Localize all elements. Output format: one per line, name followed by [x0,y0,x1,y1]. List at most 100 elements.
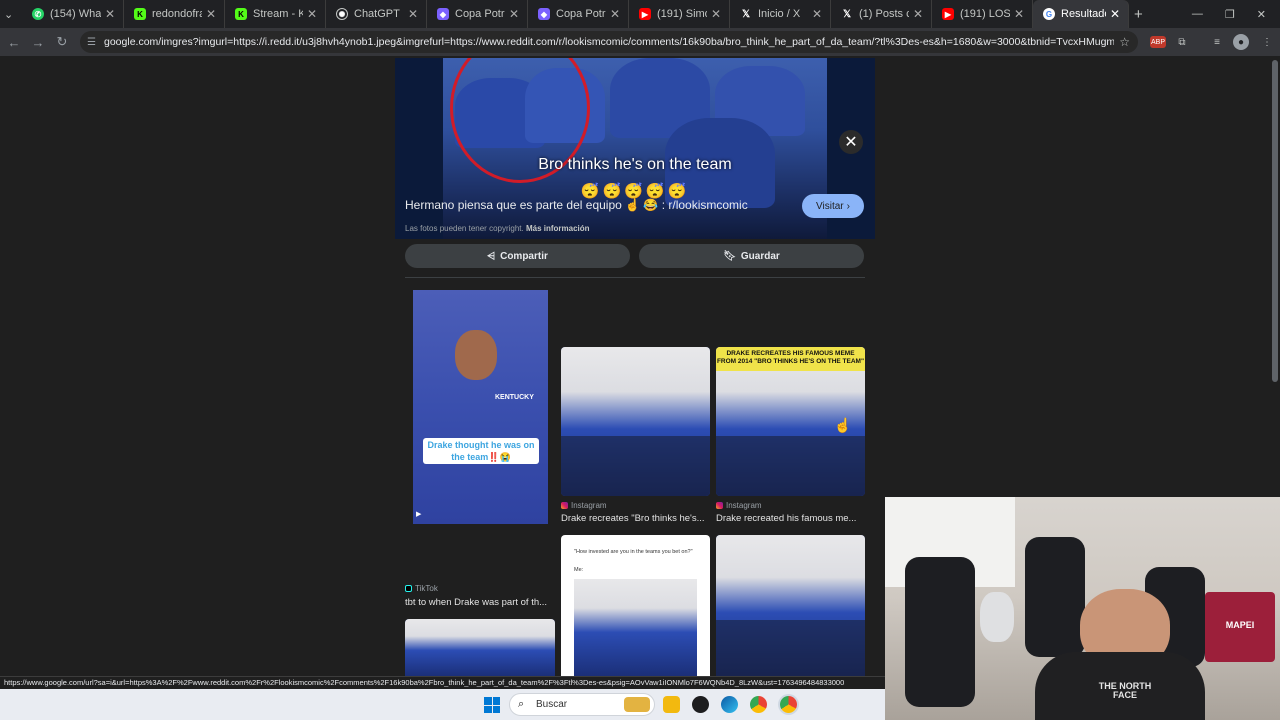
tab-youtube-1[interactable]: ▶(191) Simon Ap✕ [629,0,730,28]
steam-icon[interactable] [692,696,709,713]
gaming-chair [905,557,975,707]
close-icon[interactable]: ✕ [812,7,822,21]
copyright-notice: Las fotos pueden tener copyright. Más in… [405,224,590,233]
close-icon[interactable]: ✕ [509,7,519,21]
source-label: Instagram [571,501,607,510]
result-thumbnail-instagram-2[interactable]: DRAKE RECREATES HIS FAMOUS MEME FROM 201… [716,347,865,496]
google-icon: G [1043,8,1055,20]
kick-icon: K [235,8,247,20]
page-scrollbar[interactable] [1272,60,1278,382]
link-status-bar: https://www.google.com/url?sa=i&url=http… [0,676,885,689]
share-button[interactable]: ⩤ Compartir [405,244,630,268]
tiktok-icon [405,585,412,592]
tab-whatsapp[interactable]: ✆(154) WhatsApp✕ [22,0,124,28]
shield-icon: ◆ [437,8,449,20]
maximize-icon[interactable]: ❐ [1225,8,1235,21]
forward-icon[interactable]: → [26,35,50,50]
tab-copa-1[interactable]: ◆Copa Potrero✕ [427,0,528,28]
save-label: Guardar [740,250,780,262]
edge-icon[interactable] [721,696,738,713]
file-explorer-icon[interactable] [663,696,680,713]
close-icon[interactable]: ✕ [206,7,216,21]
bookmark-star-icon[interactable]: ☆ [1119,35,1130,49]
tab-youtube-2[interactable]: ▶(191) LOS EUC✕ [932,0,1033,28]
plus-icon: + [1134,5,1143,23]
close-icon[interactable]: ✕ [913,7,923,21]
profile-avatar-icon[interactable]: ● [1233,34,1249,50]
close-window-icon[interactable]: ✕ [1257,8,1266,21]
shirt-text: THE NORTH FACE [1098,681,1152,700]
close-icon[interactable]: ✕ [105,7,115,21]
search-highlight-icon [624,697,650,712]
reload-icon[interactable]: ↻ [50,34,74,50]
close-icon: ✕ [844,134,858,151]
whatsapp-icon: ✆ [32,8,44,20]
instagram-icon [716,502,723,509]
chrome-icon[interactable] [750,696,767,713]
tab-kick-1[interactable]: Kredondofranr✕ [124,0,225,28]
thumbnail-question-text: "How invested are you in the teams you b… [574,549,693,555]
site-info-icon[interactable]: ☰ [87,37,96,48]
result-thumbnail-instagram-1[interactable] [561,347,710,496]
source-label: Instagram [726,501,762,510]
webcam-overlay: MAPEI THE NORTH FACE [885,497,1280,720]
tab-chatgpt[interactable]: ✺ ChatGPT ✕ [326,0,427,28]
save-button[interactable]: 🔖︎ Guardar [639,244,864,268]
x-icon: 𝕏 [842,8,852,20]
search-placeholder: Buscar [536,699,568,710]
result-caption[interactable]: tbt to when Drake was part of th... [405,597,547,608]
window-controls: — ❐ ✕ [1192,0,1280,28]
address-bar[interactable]: ☰ google.com/imgres?imgurl=https://i.red… [80,31,1138,53]
result-thumbnail-6[interactable] [716,535,865,676]
close-icon[interactable]: ✕ [1014,7,1024,21]
close-icon[interactable]: ✕ [1110,7,1120,21]
media-controls-icon[interactable]: ≡ [1209,34,1225,50]
result-source: Instagram [716,501,762,510]
close-icon[interactable]: ✕ [408,7,418,21]
visit-button[interactable]: Visitar › [802,194,864,218]
thumbnail-shade [716,436,865,496]
result-caption[interactable]: Drake recreated his famous me... [716,513,856,524]
minimize-icon[interactable]: — [1192,8,1203,20]
windows-taskbar: ⌕ Buscar [0,689,885,720]
result-thumbnail-4[interactable] [405,619,555,676]
result-thumbnail-tiktok[interactable]: KENTUCKY Drake thought he was on the tea… [413,290,548,524]
tab-google-results[interactable]: GResultado de i✕ [1033,0,1129,28]
result-source: TikTok [405,584,438,593]
back-icon[interactable]: ← [2,35,26,50]
visit-label: Visitar [816,200,844,212]
close-icon[interactable]: ✕ [610,7,620,21]
kick-icon: K [134,8,146,20]
menu-kebab-icon[interactable]: ⋮ [1259,34,1275,50]
thumbnail-banner-text: DRAKE RECREATES HIS FAMOUS MEME FROM 201… [716,347,865,371]
taskbar-search[interactable]: ⌕ Buscar [509,693,655,716]
tab-search-button[interactable]: ⌄ [0,0,22,28]
close-viewer-button[interactable]: ✕ [839,130,863,154]
play-icon: ▶ [416,511,422,518]
close-icon[interactable]: ✕ [711,7,721,21]
more-info-link[interactable]: Más información [526,224,590,233]
address-url[interactable]: google.com/imgres?imgurl=https://i.redd.… [104,36,1114,48]
tab-x-2[interactable]: 𝕏(1) Posts con c✕ [831,0,932,28]
tab-x-1[interactable]: 𝕏 Inicio / X ✕ [730,0,831,28]
divider [405,277,865,278]
share-icon: ⩤ [487,250,496,262]
image-title[interactable]: Hermano piensa que es parte del equipo ☝… [405,198,748,212]
search-icon: ⌕ [518,698,525,710]
tab-kick-2[interactable]: KStream - Kick D✕ [225,0,326,28]
bookmark-icon: 🔖︎ [723,250,736,262]
new-tab-button[interactable]: + [1129,0,1153,28]
chrome-active-icon[interactable] [780,696,797,713]
thumbnail-overlay-text: Drake thought he was on the team‼️😭 [423,438,539,464]
tab-strip: ⌄ ✆(154) WhatsApp✕ Kredondofranr✕ KStrea… [0,0,1280,28]
framed-jersey: MAPEI [1205,592,1275,662]
windows-start-button[interactable] [484,697,500,713]
result-thumbnail-5[interactable]: "How invested are you in the teams you b… [561,535,710,676]
tab-copa-2[interactable]: ◆Copa Potrero✕ [528,0,629,28]
thumbnail-photo [574,579,697,676]
adblock-extension-icon[interactable]: ABP [1150,36,1166,48]
extensions-icon[interactable]: ⧉ [1174,34,1190,50]
result-caption[interactable]: Drake recreates "Bro thinks he's... [561,513,705,524]
thumbnail-shade [716,619,865,676]
close-icon[interactable]: ✕ [307,7,317,21]
